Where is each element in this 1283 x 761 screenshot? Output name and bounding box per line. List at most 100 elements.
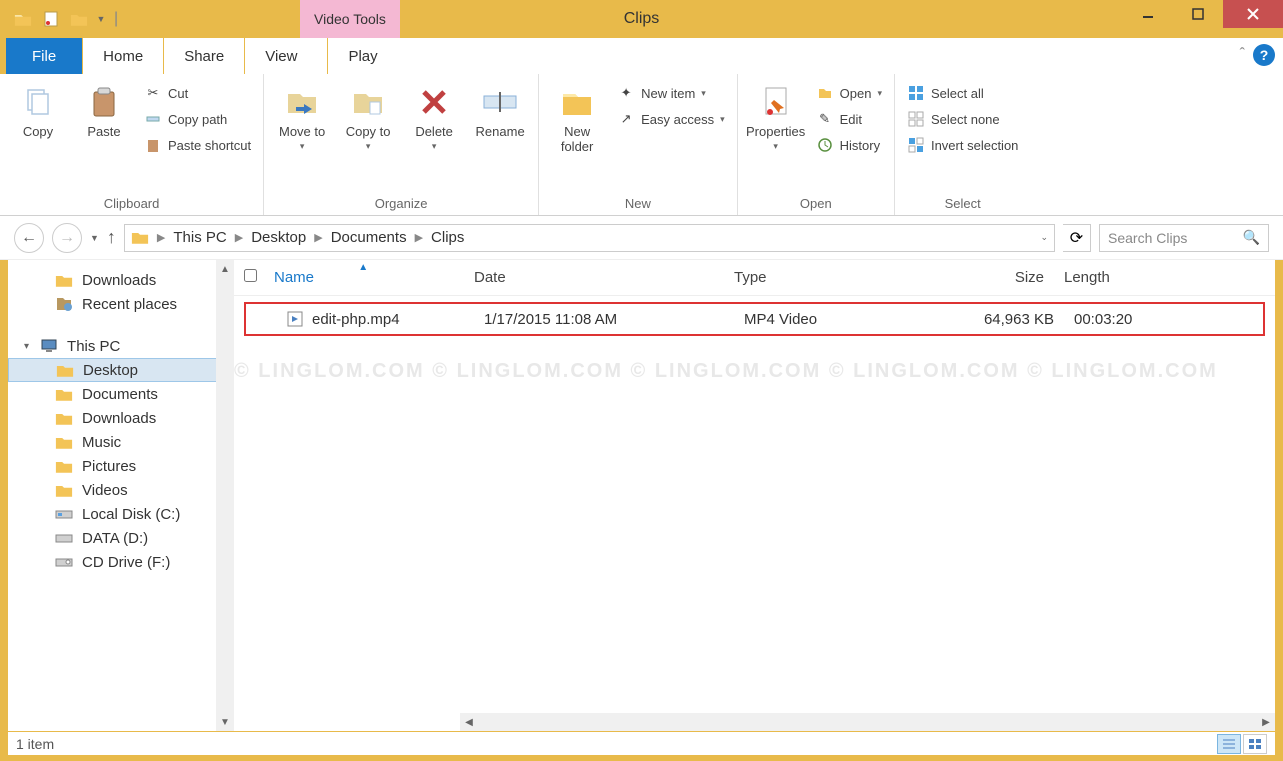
scroll-down-icon[interactable]: ▼	[216, 713, 234, 731]
open-button[interactable]: Open ▾	[812, 82, 886, 104]
sort-indicator-icon: ▲	[358, 262, 368, 273]
paste-shortcut-button[interactable]: Paste shortcut	[140, 134, 255, 156]
delete-button[interactable]: Delete▾	[404, 78, 464, 152]
titlebar: ▼ | Video Tools Clips	[0, 0, 1283, 38]
tab-share[interactable]: Share	[164, 38, 244, 74]
forward-button[interactable]: →	[52, 223, 82, 253]
rename-icon	[480, 82, 520, 122]
column-type[interactable]: Type	[734, 269, 914, 286]
new-folder-button[interactable]: New folder	[547, 78, 607, 154]
this-pc-icon	[39, 337, 59, 355]
copy-path-button[interactable]: Copy path	[140, 108, 255, 130]
collapse-ribbon-icon[interactable]: ˆ	[1240, 46, 1245, 64]
copy-button[interactable]: Copy	[8, 78, 68, 139]
ribbon-group-organize: Move to▾ Copy to▾ Delete▾ Rename Organiz…	[264, 74, 539, 215]
details-view-button[interactable]	[1217, 734, 1241, 754]
invert-selection-button[interactable]: Invert selection	[903, 134, 1022, 156]
properties-button[interactable]: Properties▾	[746, 78, 806, 152]
breadcrumb-dropdown[interactable]: ⌄	[1040, 232, 1048, 243]
move-to-button[interactable]: Move to▾	[272, 78, 332, 152]
navigation-pane: Downloads Recent places ▾This PC Desktop…	[8, 260, 234, 731]
file-date: 1/17/2015 11:08 AM	[484, 311, 744, 328]
cut-button[interactable]: ✂Cut	[140, 82, 255, 104]
chevron-right-icon[interactable]: ▶	[153, 231, 169, 244]
close-button[interactable]	[1223, 0, 1283, 28]
sidebar-item-downloads-fav[interactable]: Downloads	[8, 268, 234, 292]
sidebar-item-downloads[interactable]: Downloads	[8, 406, 234, 430]
column-length[interactable]: Length	[1044, 269, 1154, 286]
expand-icon[interactable]: ▾	[24, 341, 29, 352]
rename-button[interactable]: Rename	[470, 78, 530, 139]
scroll-left-icon[interactable]: ◀	[460, 713, 478, 731]
scroll-right-icon[interactable]: ▶	[1257, 713, 1275, 731]
tab-home[interactable]: Home	[83, 38, 163, 74]
maximize-button[interactable]	[1173, 0, 1223, 28]
tab-view[interactable]: View	[245, 38, 317, 74]
edit-button[interactable]: ✎Edit	[812, 108, 886, 130]
up-button[interactable]: ↑	[107, 227, 116, 248]
chevron-right-icon[interactable]: ▶	[310, 231, 326, 244]
minimize-button[interactable]	[1123, 0, 1173, 28]
video-file-icon	[286, 310, 312, 328]
tab-play[interactable]: Play	[328, 38, 397, 74]
scroll-up-icon[interactable]: ▲	[216, 260, 234, 278]
ribbon-group-open: Properties▾ Open ▾ ✎Edit History Open	[738, 74, 895, 215]
back-button[interactable]: ←	[14, 223, 44, 253]
qat-dropdown[interactable]: ▼	[94, 6, 108, 32]
column-date[interactable]: Date	[474, 269, 734, 286]
sidebar-item-desktop[interactable]: Desktop	[8, 358, 234, 382]
new-item-icon: ✦	[617, 84, 635, 102]
qat-new-folder-icon[interactable]	[66, 6, 92, 32]
breadcrumb-this-pc[interactable]: This PC	[173, 229, 226, 246]
move-to-icon	[282, 82, 322, 122]
breadcrumb[interactable]: ▶ This PC ▶ Desktop ▶ Documents ▶ Clips …	[124, 224, 1055, 252]
ribbon-group-clipboard: Copy Paste ✂Cut Copy path Paste shortcut…	[0, 74, 264, 215]
qat-folder-icon[interactable]	[10, 6, 36, 32]
help-icon[interactable]: ?	[1253, 44, 1275, 66]
contextual-tab-videotools[interactable]: Video Tools	[300, 0, 400, 38]
chevron-right-icon[interactable]: ▶	[411, 231, 427, 244]
group-label-clipboard: Clipboard	[8, 194, 255, 213]
horizontal-scrollbar[interactable]: ◀ ▶	[460, 713, 1275, 731]
sidebar-item-videos[interactable]: Videos	[8, 478, 234, 502]
sidebar-scrollbar[interactable]: ▲ ▼	[216, 260, 234, 731]
search-input[interactable]: Search Clips 🔍	[1099, 224, 1269, 252]
history-icon	[816, 136, 834, 154]
paste-button[interactable]: Paste	[74, 78, 134, 139]
new-item-button[interactable]: ✦New item ▾	[613, 82, 729, 104]
column-name[interactable]: Name ▲	[274, 269, 474, 286]
sidebar-item-pictures[interactable]: Pictures	[8, 454, 234, 478]
sidebar-item-recent-places[interactable]: Recent places	[8, 292, 234, 316]
file-row[interactable]: edit-php.mp4 1/17/2015 11:08 AM MP4 Vide…	[244, 302, 1265, 336]
select-all-checkbox[interactable]	[244, 269, 257, 282]
breadcrumb-clips[interactable]: Clips	[431, 229, 464, 246]
sidebar-item-documents[interactable]: Documents	[8, 382, 234, 406]
nav-history-dropdown[interactable]: ▼	[90, 233, 99, 243]
select-all-button[interactable]: Select all	[903, 82, 1022, 104]
copy-to-button[interactable]: Copy to▾	[338, 78, 398, 152]
sidebar-item-this-pc[interactable]: ▾This PC	[8, 334, 234, 358]
sidebar-item-local-disk-c[interactable]: Local Disk (C:)	[8, 502, 234, 526]
easy-access-button[interactable]: ↗Easy access ▾	[613, 108, 729, 130]
copy-to-icon	[348, 82, 388, 122]
qat-properties-icon[interactable]	[38, 6, 64, 32]
tab-file[interactable]: File	[6, 38, 82, 74]
delete-icon	[414, 82, 454, 122]
chevron-right-icon[interactable]: ▶	[231, 231, 247, 244]
history-button[interactable]: History	[812, 134, 886, 156]
copy-path-icon	[144, 110, 162, 128]
easy-access-icon: ↗	[617, 110, 635, 128]
select-none-button[interactable]: Select none	[903, 108, 1022, 130]
main-area: Downloads Recent places ▾This PC Desktop…	[8, 260, 1275, 731]
refresh-button[interactable]: ⟳	[1063, 224, 1091, 252]
sidebar-item-music[interactable]: Music	[8, 430, 234, 454]
breadcrumb-desktop[interactable]: Desktop	[251, 229, 306, 246]
icons-view-button[interactable]	[1243, 734, 1267, 754]
sidebar-item-data-d[interactable]: DATA (D:)	[8, 526, 234, 550]
folder-icon	[54, 385, 74, 403]
sidebar-item-cd-drive-f[interactable]: CD Drive (F:)	[8, 550, 234, 574]
breadcrumb-documents[interactable]: Documents	[331, 229, 407, 246]
ribbon-group-select: Select all Select none Invert selection …	[895, 74, 1030, 215]
column-size[interactable]: Size	[914, 269, 1044, 286]
copy-icon	[18, 82, 58, 122]
